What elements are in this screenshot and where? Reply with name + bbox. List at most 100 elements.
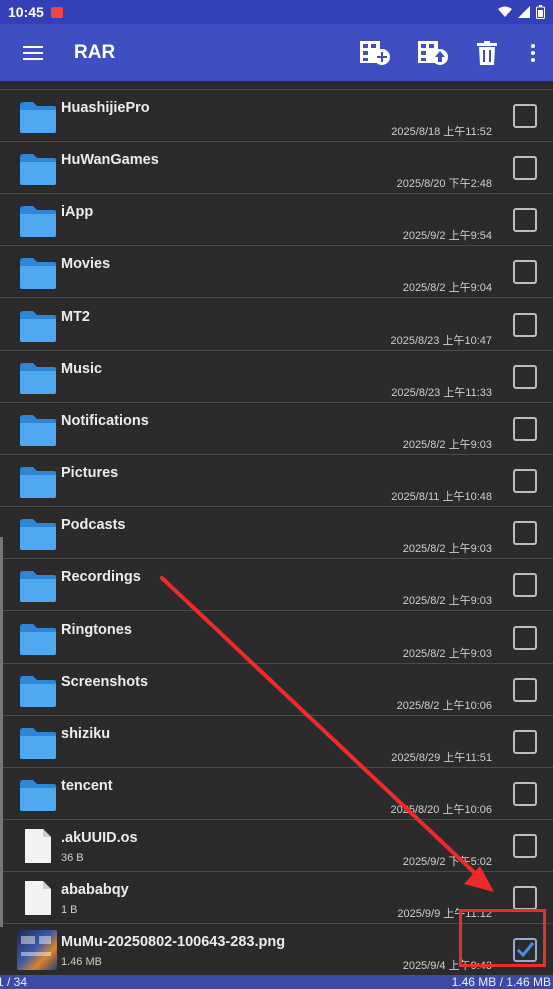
- folder-icon: [18, 306, 58, 344]
- list-item[interactable]: iApp 2025/9/2 上午9:54: [0, 194, 553, 247]
- add-to-archive-button[interactable]: [349, 24, 401, 81]
- file-name: .akUUID.os: [61, 830, 138, 847]
- folder-icon: [18, 358, 58, 396]
- list-item[interactable]: shiziku 2025/8/29 上午11:51: [0, 716, 553, 768]
- select-checkbox[interactable]: [513, 364, 537, 389]
- list-item[interactable]: .akUUID.os 36 B 2025/9/2 下午5:02: [0, 820, 553, 873]
- folder-icon: [18, 201, 58, 239]
- select-checkbox[interactable]: [513, 156, 537, 181]
- file-name: shiziku: [61, 725, 111, 742]
- folder-icon: [18, 97, 58, 135]
- status-icons: [498, 5, 545, 19]
- folder-icon: [18, 149, 58, 187]
- select-checkbox[interactable]: [513, 104, 537, 128]
- list-item[interactable]: Notifications 2025/8/2 上午9:03: [0, 403, 553, 455]
- extract-icon: [418, 40, 448, 65]
- selection-status-bar: 1 / 34 1.46 MB / 1.46 MB: [0, 975, 553, 989]
- file-icon: [18, 827, 58, 865]
- file-name: Notifications: [61, 412, 149, 429]
- app-title: RAR: [74, 41, 116, 63]
- select-checkbox[interactable]: [513, 312, 537, 337]
- folder-icon: [18, 253, 58, 291]
- file-date: 2025/8/2 上午9:03: [402, 647, 492, 660]
- menu-button[interactable]: [0, 24, 66, 81]
- app-bar: RAR: [0, 24, 553, 81]
- file-name: Movies: [61, 256, 111, 273]
- status-time: 10:45: [8, 4, 44, 20]
- list-item[interactable]: Movies 2025/8/2 上午9:04: [0, 246, 553, 299]
- select-checkbox[interactable]: [513, 573, 537, 598]
- scrollbar[interactable]: [0, 537, 3, 927]
- file-name: MT2: [61, 308, 90, 325]
- file-date: 2025/8/11 上午10:48: [391, 491, 492, 504]
- notification-icon: [50, 6, 63, 18]
- hamburger-menu-icon: [23, 45, 43, 60]
- folder-icon: [18, 566, 58, 604]
- file-size: 36 B: [61, 852, 84, 865]
- file-date: 2025/8/23 上午11:33: [391, 386, 492, 399]
- select-checkbox[interactable]: [513, 416, 537, 441]
- file-name: tencent: [61, 777, 113, 794]
- file-date: 2025/8/2 上午9:04: [402, 282, 492, 295]
- app-actions: [349, 24, 553, 81]
- select-checkbox[interactable]: [513, 625, 537, 650]
- file-name: Music: [61, 360, 103, 377]
- file-name: MuMu-20250802-100643-283.png: [61, 934, 286, 951]
- file-size: 1 B: [61, 904, 78, 917]
- file-name: Pictures: [61, 465, 119, 482]
- file-name: abababqy: [61, 882, 129, 899]
- delete-icon: [477, 40, 497, 65]
- file-date: 2025/9/2 上午9:54: [402, 230, 492, 243]
- folder-icon: [18, 671, 58, 709]
- list-item[interactable]: Music 2025/8/23 上午11:33: [0, 351, 553, 403]
- image-thumbnail: [17, 930, 57, 971]
- select-checkbox[interactable]: [513, 469, 537, 494]
- file-name: Ringtones: [61, 621, 132, 638]
- list-item[interactable]: Screenshots 2025/8/2 上午10:06: [0, 664, 553, 716]
- file-date: 2025/8/2 上午9:03: [402, 543, 492, 556]
- folder-icon: [18, 775, 58, 813]
- list-item[interactable]: MT2 2025/8/23 上午10:47: [0, 299, 553, 351]
- file-date: 2025/8/23 上午10:47: [390, 334, 492, 347]
- folder-icon: [18, 619, 58, 657]
- more-options-button[interactable]: [513, 24, 553, 81]
- file-icon: [18, 879, 58, 917]
- file-name: HuashijiePro: [61, 100, 150, 116]
- file-date: 2025/8/20 上午10:06: [390, 803, 492, 816]
- file-name: Screenshots: [61, 673, 149, 690]
- folder-icon: [18, 514, 58, 552]
- list-item[interactable]: HuWanGames 2025/8/20 下午2:48: [0, 142, 553, 195]
- list-item[interactable]: Pictures 2025/8/11 上午10:48: [0, 455, 553, 508]
- select-checkbox[interactable]: [513, 886, 537, 911]
- select-checkbox[interactable]: [513, 677, 537, 702]
- file-name: Podcasts: [61, 517, 126, 534]
- folder-icon: [18, 462, 58, 500]
- list-item[interactable]: tencent 2025/8/20 上午10:06: [0, 768, 553, 820]
- file-date: 2025/8/18 上午11:52: [391, 126, 492, 138]
- select-checkbox[interactable]: [513, 781, 537, 806]
- extract-button[interactable]: [407, 24, 459, 81]
- file-date: 2025/9/2 下午5:02: [402, 856, 492, 869]
- list-item[interactable]: Recordings 2025/8/2 上午9:03: [0, 559, 553, 612]
- select-checkbox[interactable]: [513, 208, 537, 233]
- list-item[interactable]: Ringtones 2025/8/2 上午9:03: [0, 612, 553, 664]
- delete-button[interactable]: [461, 24, 513, 81]
- selection-size: 1.46 MB / 1.46 MB: [451, 975, 551, 989]
- file-date: 2025/8/29 上午11:51: [391, 751, 492, 764]
- file-date: 2025/8/2 上午10:06: [396, 699, 492, 712]
- select-checkbox[interactable]: [513, 834, 537, 859]
- select-checkbox[interactable]: [513, 729, 537, 754]
- select-checkbox[interactable]: [513, 260, 537, 285]
- file-date: 2025/8/2 上午9:03: [402, 438, 492, 451]
- battery-icon: [536, 5, 545, 19]
- select-checkbox[interactable]: [513, 521, 537, 546]
- list-item[interactable]: Podcasts 2025/8/2 上午9:03: [0, 507, 553, 560]
- more-vert-icon: [531, 43, 535, 62]
- file-name: HuWanGames: [61, 152, 159, 169]
- file-date: 2025/8/20 下午2:48: [396, 178, 492, 191]
- folder-icon: [18, 410, 58, 448]
- file-list[interactable]: HuashijiePro 2025/8/18 上午11:52 HuWanGames 2…: [0, 81, 553, 975]
- file-date: 2025/8/2 上午9:03: [402, 595, 492, 608]
- list-item[interactable]: HuashijiePro 2025/8/18 上午11:52: [0, 90, 553, 142]
- status-bar: 10:45: [0, 0, 553, 24]
